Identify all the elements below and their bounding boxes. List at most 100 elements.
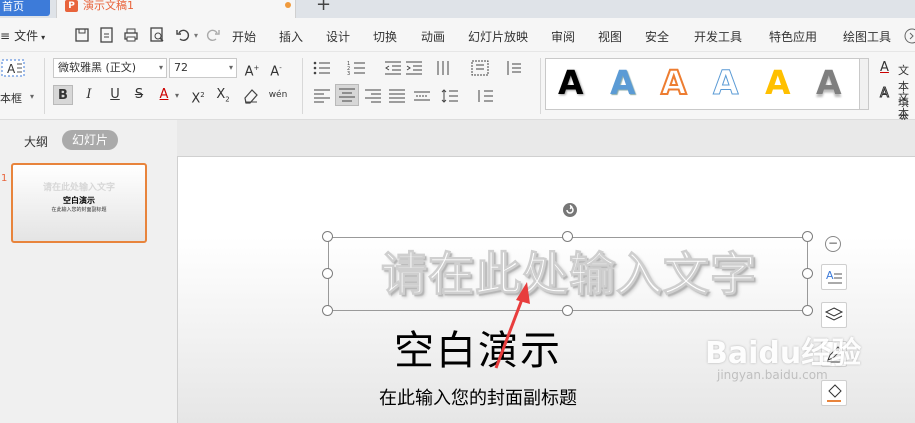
align-right-icon[interactable] [363, 87, 383, 105]
menu-transitions[interactable]: 切换 [373, 28, 397, 45]
decrease-indent-icon[interactable] [383, 59, 403, 77]
unsaved-dot-icon [285, 2, 291, 8]
title-textbox[interactable]: 请在此处输入文字 [328, 237, 808, 311]
watermark-url: jingyan.baidu.com [717, 368, 828, 382]
tab-bar: 首页 P 演示文稿1 + [0, 0, 915, 18]
divider [540, 58, 541, 114]
menu-special-apps[interactable]: 特色应用 [769, 28, 817, 45]
menu-bar: ≡ 文件 ▾ ▾ 开始 插入 设计 切换 动画 幻灯片放映 审阅 视图 安全 开发工… [0, 18, 915, 52]
strikethrough-button[interactable]: S [129, 85, 149, 105]
slide-panel: 大纲 幻灯片 1 请在此处输入文字 空白演示 在此输入您的封面副标题 [0, 120, 177, 423]
font-color-dropdown-icon[interactable]: ▾ [175, 91, 179, 100]
menu-developer[interactable]: 开发工具 [694, 28, 742, 45]
columns-icon[interactable] [435, 59, 455, 77]
layers-tool[interactable] [821, 302, 847, 328]
text-style-tool[interactable]: A [821, 264, 847, 290]
underline-button[interactable]: U [105, 85, 125, 105]
menu-review[interactable]: 审阅 [551, 28, 575, 45]
clear-format-icon[interactable] [241, 86, 261, 104]
resize-handle-ne[interactable] [802, 231, 813, 242]
distribute-icon[interactable] [412, 87, 432, 105]
wordart-style-black[interactable]: A [558, 61, 584, 105]
undo-dropdown-icon[interactable]: ▾ [194, 31, 198, 40]
align-text-icon[interactable] [505, 59, 525, 77]
wordart-style-gray[interactable]: A [816, 61, 842, 105]
file-menu[interactable]: ≡ 文件 ▾ [0, 27, 45, 44]
font-size-value: 72 [174, 61, 188, 74]
menu-security[interactable]: 安全 [645, 28, 669, 45]
bullet-list-icon[interactable] [312, 59, 332, 77]
text-fill-icon[interactable]: A [880, 60, 889, 75]
font-name-value: 微软雅黑 (正文) [58, 61, 137, 74]
text-direction-icon[interactable] [470, 59, 490, 77]
slide-number: 1 [1, 173, 8, 184]
textbox-label[interactable]: 本框 [0, 90, 22, 106]
presentation-icon: P [65, 0, 78, 12]
justify-icon[interactable] [387, 87, 407, 105]
increase-font-button[interactable]: A+ [242, 58, 262, 79]
new-tab-button[interactable]: + [316, 0, 331, 14]
undo-icon[interactable] [174, 26, 192, 44]
font-color-button[interactable]: A [154, 85, 174, 105]
resize-handle-sw[interactable] [322, 305, 333, 316]
wordart-style-gold[interactable]: A [765, 61, 791, 105]
paragraph-spacing-icon[interactable] [475, 87, 495, 105]
print-icon[interactable] [122, 26, 140, 44]
tab-home[interactable]: 首页 [0, 0, 50, 16]
menu-drawing-tools[interactable]: 绘图工具 [843, 28, 891, 45]
textbox-icon[interactable]: A [0, 58, 26, 78]
redo-icon[interactable] [204, 26, 222, 44]
baidu-watermark: Baidu经验 jingyan.baidu.com [705, 328, 885, 398]
pinyin-button[interactable]: wén [268, 85, 288, 105]
rotate-handle-icon[interactable] [562, 202, 578, 218]
hamburger-icon: ≡ [0, 29, 11, 43]
align-center-button[interactable] [335, 84, 359, 106]
export-pdf-icon[interactable] [98, 26, 116, 44]
thumb-subtitle: 空白演示 [63, 196, 95, 205]
font-size-select[interactable]: 72 ▾ [169, 58, 237, 78]
text-style-icon: A [826, 269, 842, 284]
menu-slideshow[interactable]: 幻灯片放映 [468, 28, 528, 45]
italic-button[interactable]: I [79, 85, 99, 105]
numbered-list-icon[interactable]: 123 [347, 59, 367, 77]
ribbon-toolbar: A 本框 ▾ 微软雅黑 (正文) ▾ 72 ▾ A+ A- B I U S A ▾ … [0, 52, 915, 152]
layers-icon [824, 307, 844, 321]
wordart-style-blue-outline[interactable]: A [713, 61, 740, 105]
resize-handle-e[interactable] [802, 268, 813, 279]
resize-handle-nw[interactable] [322, 231, 333, 242]
collapse-toolbar-button[interactable]: − [825, 236, 841, 252]
textbox-dropdown-icon[interactable]: ▾ [30, 92, 34, 101]
save-icon[interactable] [73, 26, 91, 44]
align-left-icon[interactable] [312, 87, 332, 105]
decrease-font-button[interactable]: A- [266, 58, 286, 79]
wordart-style-blue[interactable]: A [610, 61, 636, 105]
menu-design[interactable]: 设计 [326, 28, 350, 45]
menu-view[interactable]: 视图 [598, 28, 622, 45]
file-menu-label: 文件 [14, 29, 39, 43]
bold-button[interactable]: B [53, 85, 73, 105]
wordart-gallery[interactable]: A A A A A A [545, 58, 863, 110]
resize-handle-n[interactable] [562, 231, 573, 242]
increase-indent-icon[interactable] [404, 59, 424, 77]
gallery-scrollbar[interactable] [859, 58, 869, 110]
tab-outline[interactable]: 大纲 [24, 133, 48, 150]
menu-insert[interactable]: 插入 [279, 28, 303, 45]
slide-title[interactable]: 请在此处输入文字 [329, 244, 809, 304]
slide-thumbnail[interactable]: 请在此处输入文字 空白演示 在此输入您的封面副标题 [11, 163, 147, 243]
subscript-button[interactable]: X2 [213, 85, 233, 105]
wordart-style-orange-outline[interactable]: A [660, 61, 688, 105]
font-name-select[interactable]: 微软雅黑 (正文) ▾ [53, 58, 167, 78]
menu-home[interactable]: 开始 [232, 28, 256, 45]
text-outline-icon[interactable]: A [880, 86, 890, 102]
tab-document[interactable]: P 演示文稿1 [56, 0, 296, 18]
tab-slides[interactable]: 幻灯片 [62, 130, 118, 150]
menu-animations[interactable]: 动画 [421, 28, 445, 45]
resize-handle-s[interactable] [562, 305, 573, 316]
more-arrow-icon[interactable] [903, 27, 915, 45]
line-spacing-icon[interactable] [440, 87, 460, 105]
resize-handle-w[interactable] [322, 268, 333, 279]
print-preview-icon[interactable] [148, 26, 166, 44]
superscript-button[interactable]: X2 [188, 85, 208, 106]
app-window: 首页 P 演示文稿1 + ≡ 文件 ▾ ▾ 开始 插入 设计 切换 动画 幻灯片放映… [0, 0, 915, 423]
resize-handle-se[interactable] [802, 305, 813, 316]
